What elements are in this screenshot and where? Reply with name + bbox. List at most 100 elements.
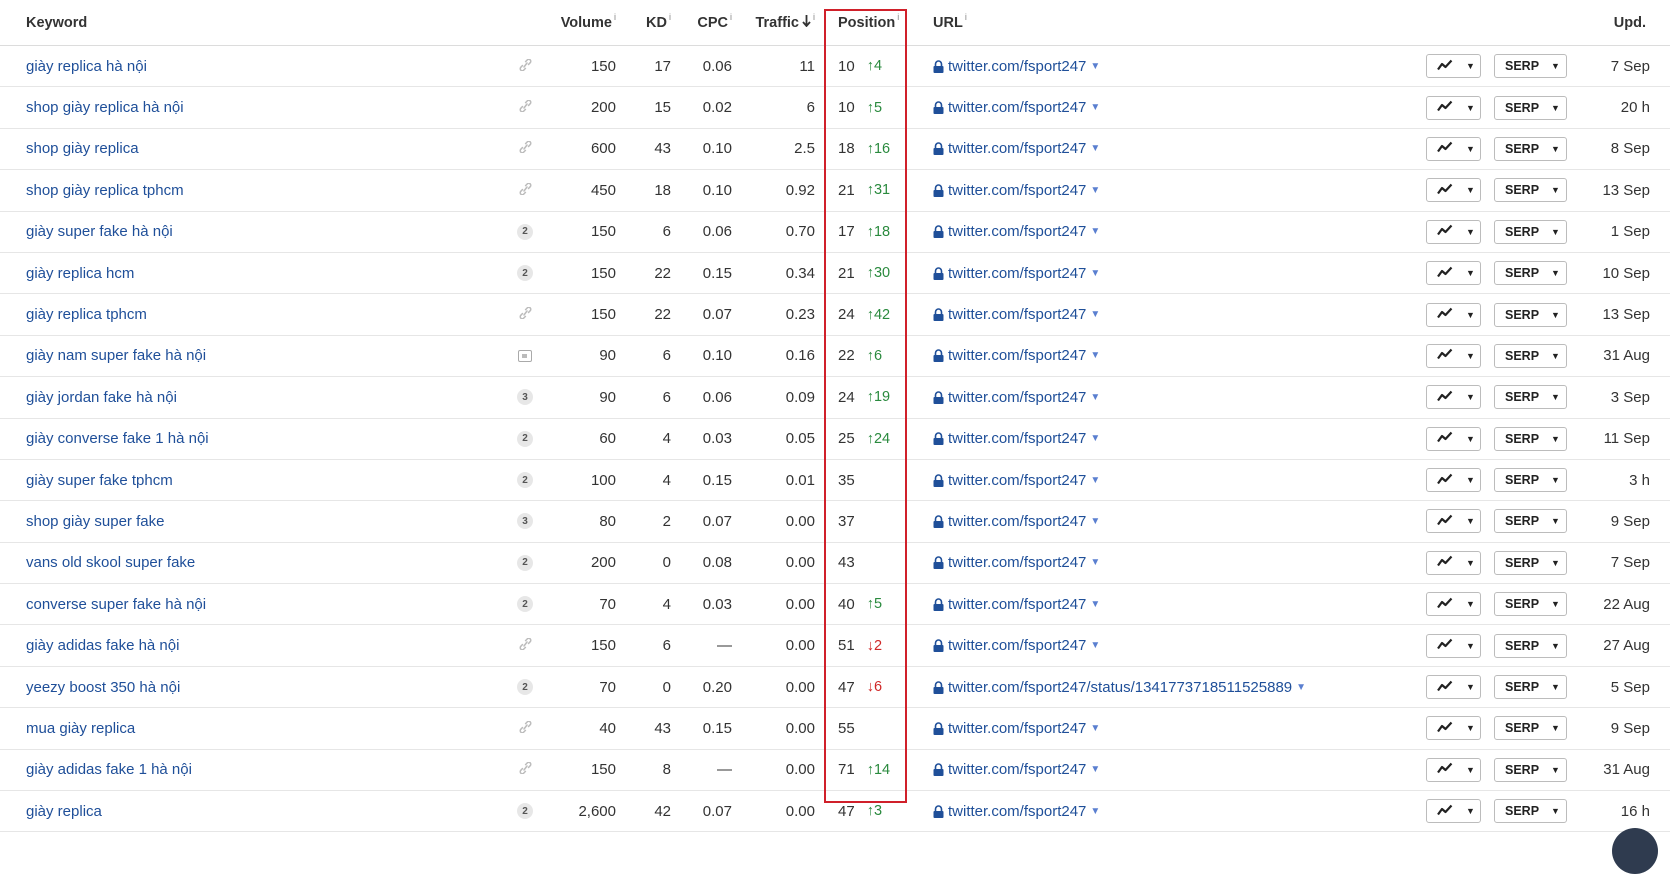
url-link[interactable]: twitter.com/fsport247 ▼ [933, 336, 1100, 376]
chevron-down-icon[interactable]: ▼ [1090, 475, 1100, 486]
link-icon[interactable] [518, 58, 533, 75]
url-link[interactable]: twitter.com/fsport247 ▼ [933, 501, 1100, 541]
chevron-down-icon[interactable]: ▼ [1090, 350, 1100, 361]
url-link[interactable]: twitter.com/fsport247 ▼ [933, 294, 1100, 334]
chat-bubble-button[interactable] [1612, 828, 1658, 874]
keyword-link[interactable]: giày replica hcm [26, 253, 134, 293]
url-link[interactable]: twitter.com/fsport247 ▼ [933, 170, 1100, 210]
chevron-down-icon[interactable]: ▼ [1090, 61, 1100, 72]
link-icon[interactable] [518, 306, 533, 323]
link-icon[interactable] [518, 140, 533, 157]
col-cpc[interactable]: CPC i [680, 0, 732, 45]
serp-dropdown-button[interactable]: SERP ▼ [1494, 791, 1567, 831]
chart-dropdown-button[interactable]: ▼ [1426, 294, 1481, 334]
url-link[interactable]: twitter.com/fsport247 ▼ [933, 543, 1100, 583]
chart-dropdown-button[interactable]: ▼ [1426, 584, 1481, 624]
url-link[interactable]: twitter.com/fsport247 ▼ [933, 87, 1100, 127]
serp-features-count-badge[interactable]: 2 [517, 596, 533, 613]
info-icon[interactable]: i [813, 12, 815, 22]
url-link[interactable]: twitter.com/fsport247 ▼ [933, 750, 1100, 790]
serp-dropdown-button[interactable]: SERP ▼ [1494, 294, 1567, 334]
url-link[interactable]: twitter.com/fsport247 ▼ [933, 129, 1100, 169]
keyword-link[interactable]: shop giày super fake [26, 501, 164, 541]
serp-features-count-badge[interactable]: 2 [517, 803, 533, 820]
serp-dropdown-button[interactable]: SERP ▼ [1494, 667, 1567, 707]
chevron-down-icon[interactable]: ▼ [1090, 143, 1100, 154]
col-kd[interactable]: KD i [625, 0, 671, 45]
chart-dropdown-button[interactable]: ▼ [1426, 460, 1481, 500]
chart-dropdown-button[interactable]: ▼ [1426, 46, 1481, 86]
keyword-link[interactable]: giày adidas fake 1 hà nội [26, 750, 192, 790]
col-volume[interactable]: Volume i [540, 0, 616, 45]
keyword-link[interactable]: giày super fake hà nội [26, 212, 173, 252]
chart-dropdown-button[interactable]: ▼ [1426, 667, 1481, 707]
info-icon[interactable]: i [669, 12, 671, 22]
chevron-down-icon[interactable]: ▼ [1090, 102, 1100, 113]
serp-dropdown-button[interactable]: SERP ▼ [1494, 170, 1567, 210]
chart-dropdown-button[interactable]: ▼ [1426, 501, 1481, 541]
serp-features-count-badge[interactable]: 2 [517, 430, 533, 447]
chart-dropdown-button[interactable]: ▼ [1426, 336, 1481, 376]
keyword-link[interactable]: giày nam super fake hà nội [26, 336, 206, 376]
col-url[interactable]: URL i [933, 0, 967, 45]
serp-features-count-badge[interactable]: 3 [517, 389, 533, 406]
chart-dropdown-button[interactable]: ▼ [1426, 791, 1481, 831]
serp-dropdown-button[interactable]: SERP ▼ [1494, 625, 1567, 665]
keyword-link[interactable]: vans old skool super fake [26, 543, 195, 583]
chart-dropdown-button[interactable]: ▼ [1426, 750, 1481, 790]
url-link[interactable]: twitter.com/fsport247 ▼ [933, 625, 1100, 665]
serp-dropdown-button[interactable]: SERP ▼ [1494, 377, 1567, 417]
info-icon[interactable]: i [897, 12, 899, 22]
info-icon[interactable]: i [965, 12, 967, 22]
url-link[interactable]: twitter.com/fsport247 ▼ [933, 419, 1100, 459]
image-pack-icon[interactable] [518, 349, 532, 362]
info-icon[interactable]: i [730, 12, 732, 22]
keyword-link[interactable]: shop giày replica hà nội [26, 87, 184, 127]
url-link[interactable]: twitter.com/fsport247 ▼ [933, 46, 1100, 86]
keyword-link[interactable]: converse super fake hà nội [26, 584, 206, 624]
url-link[interactable]: twitter.com/fsport247 ▼ [933, 584, 1100, 624]
keyword-link[interactable]: mua giày replica [26, 708, 135, 748]
chevron-down-icon[interactable]: ▼ [1090, 806, 1100, 817]
col-traffic[interactable]: Traffic i [740, 0, 815, 45]
link-icon[interactable] [518, 761, 533, 778]
chevron-down-icon[interactable]: ▼ [1090, 433, 1100, 444]
chart-dropdown-button[interactable]: ▼ [1426, 377, 1481, 417]
chart-dropdown-button[interactable]: ▼ [1426, 212, 1481, 252]
link-icon[interactable] [518, 182, 533, 199]
url-link[interactable]: twitter.com/fsport247/status/13417737185… [933, 667, 1306, 707]
keyword-link[interactable]: giày super fake tphcm [26, 460, 173, 500]
serp-features-count-badge[interactable]: 2 [517, 223, 533, 240]
keyword-link[interactable]: giày converse fake 1 hà nội [26, 419, 209, 459]
serp-dropdown-button[interactable]: SERP ▼ [1494, 584, 1567, 624]
chevron-down-icon[interactable]: ▼ [1090, 309, 1100, 320]
keyword-link[interactable]: giày adidas fake hà nội [26, 625, 179, 665]
chart-dropdown-button[interactable]: ▼ [1426, 253, 1481, 293]
serp-dropdown-button[interactable]: SERP ▼ [1494, 129, 1567, 169]
serp-dropdown-button[interactable]: SERP ▼ [1494, 460, 1567, 500]
serp-dropdown-button[interactable]: SERP ▼ [1494, 46, 1567, 86]
url-link[interactable]: twitter.com/fsport247 ▼ [933, 708, 1100, 748]
serp-features-count-badge[interactable]: 3 [517, 513, 533, 530]
serp-dropdown-button[interactable]: SERP ▼ [1494, 750, 1567, 790]
keyword-link[interactable]: shop giày replica [26, 129, 139, 169]
chart-dropdown-button[interactable]: ▼ [1426, 170, 1481, 210]
url-link[interactable]: twitter.com/fsport247 ▼ [933, 253, 1100, 293]
chevron-down-icon[interactable]: ▼ [1090, 392, 1100, 403]
serp-features-count-badge[interactable]: 2 [517, 472, 533, 489]
url-link[interactable]: twitter.com/fsport247 ▼ [933, 460, 1100, 500]
chart-dropdown-button[interactable]: ▼ [1426, 543, 1481, 583]
link-icon[interactable] [518, 720, 533, 737]
chevron-down-icon[interactable]: ▼ [1296, 682, 1306, 693]
serp-dropdown-button[interactable]: SERP ▼ [1494, 543, 1567, 583]
chevron-down-icon[interactable]: ▼ [1090, 723, 1100, 734]
serp-features-count-badge[interactable]: 2 [517, 265, 533, 282]
link-icon[interactable] [518, 637, 533, 654]
col-updated[interactable]: Upd. [1560, 0, 1646, 45]
keyword-link[interactable]: giày replica hà nội [26, 46, 147, 86]
chart-dropdown-button[interactable]: ▼ [1426, 625, 1481, 665]
url-link[interactable]: twitter.com/fsport247 ▼ [933, 791, 1100, 831]
chart-dropdown-button[interactable]: ▼ [1426, 708, 1481, 748]
serp-dropdown-button[interactable]: SERP ▼ [1494, 501, 1567, 541]
serp-dropdown-button[interactable]: SERP ▼ [1494, 419, 1567, 459]
